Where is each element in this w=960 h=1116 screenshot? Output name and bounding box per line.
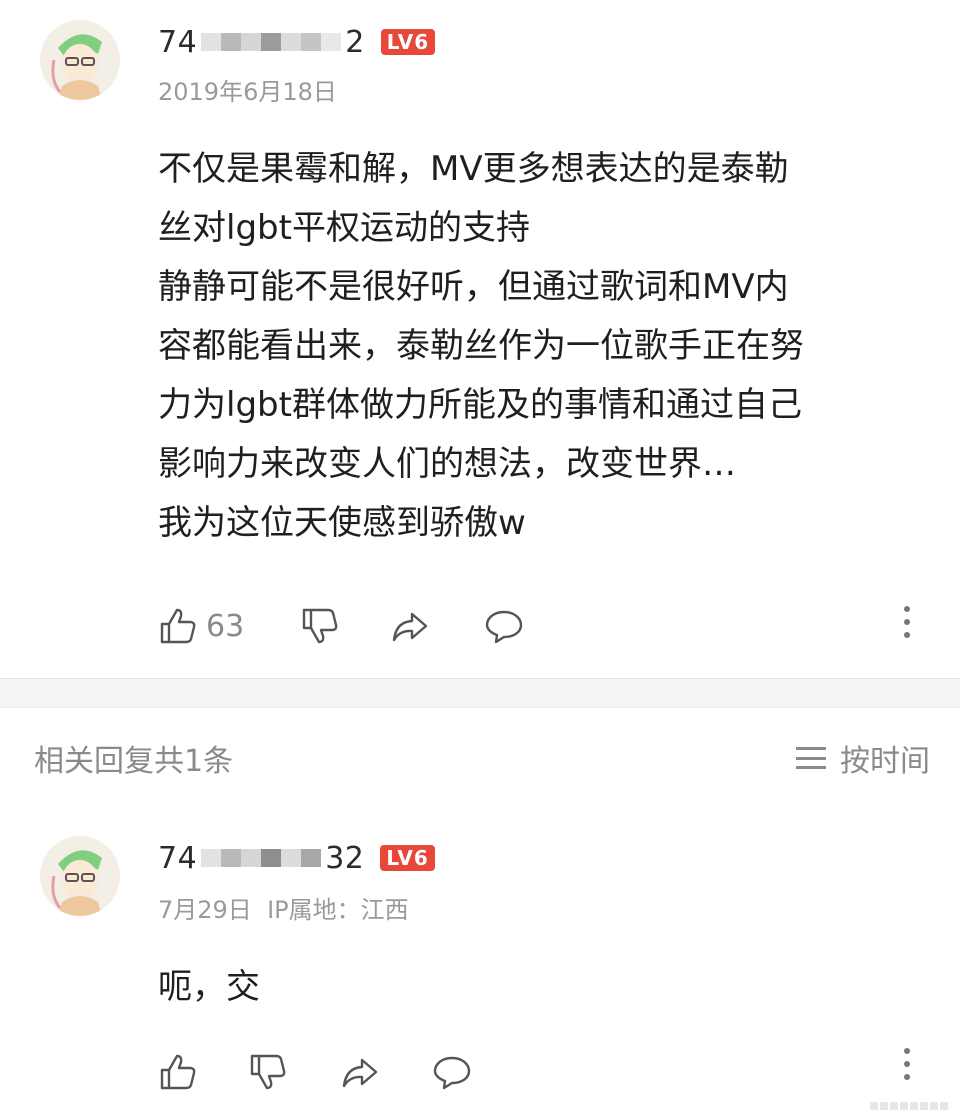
level-badge: LV6 — [380, 845, 435, 871]
like-button[interactable] — [158, 1048, 198, 1096]
reply-actions — [158, 1048, 932, 1096]
sort-label: 按时间 — [840, 744, 930, 779]
thumbs-up-icon — [160, 1054, 196, 1090]
comment-line: 我为这位天使感到骄傲w — [158, 503, 526, 543]
dislike-button[interactable] — [300, 602, 340, 650]
sort-button[interactable]: 按时间 — [796, 736, 930, 780]
comment-text: 不仅是果霉和解，MV更多想表达的是泰勒 丝对lgbt平权运动的支持 静静可能不是… — [158, 140, 938, 553]
dislike-button[interactable] — [248, 1048, 288, 1096]
username-prefix[interactable]: 74 — [158, 25, 197, 60]
comment-line: 丝对lgbt平权运动的支持 — [158, 208, 530, 248]
share-button[interactable] — [390, 602, 430, 650]
watermark-dots — [868, 1102, 948, 1110]
thumbs-down-icon — [250, 1054, 286, 1090]
username-suffix[interactable]: 32 — [325, 841, 364, 876]
comment-line: 影响力来改变人们的想法，改变世界… — [158, 444, 736, 484]
comment-date: 2019年6月18日 — [158, 78, 337, 106]
menu-lines-icon — [796, 747, 826, 769]
username-mosaic — [201, 849, 322, 867]
share-arrow-icon — [392, 612, 428, 642]
username-suffix[interactable]: 2 — [345, 25, 365, 60]
user-line: 74 32 LV6 — [158, 838, 435, 878]
user-avatar[interactable] — [40, 836, 120, 916]
like-button[interactable]: 63 — [158, 602, 244, 650]
comment-bubble-icon — [433, 1056, 471, 1090]
section-divider — [0, 678, 960, 708]
username-mosaic — [201, 33, 342, 51]
comment-bubble-icon — [485, 610, 523, 644]
comment-line: 静静可能不是很好听，但通过歌词和MV内 — [158, 267, 789, 307]
replies-count: 相关回复共1条 — [34, 744, 234, 779]
more-vertical-icon[interactable] — [904, 1048, 912, 1087]
replies-header: 相关回复共1条 按时间 — [0, 730, 960, 780]
comment-line: 容都能看出来，泰勒丝作为一位歌手正在努 — [158, 326, 804, 366]
reply-button[interactable] — [432, 1048, 472, 1096]
thumbs-down-icon — [302, 608, 338, 644]
reply-line: 呃，交 — [158, 967, 260, 1007]
reply-meta: 7月29日 IP属地：江西 — [158, 896, 409, 924]
like-count: 63 — [206, 608, 245, 644]
reply-text: 呃，交 — [158, 958, 938, 1017]
comment-line: 力为lgbt群体做力所能及的事情和通过自己 — [158, 385, 802, 425]
comment-actions: 63 — [158, 602, 932, 650]
share-arrow-icon — [342, 1058, 378, 1088]
user-line: 74 2 LV6 — [158, 22, 436, 62]
share-button[interactable] — [340, 1048, 380, 1096]
comment-line: 不仅是果霉和解，MV更多想表达的是泰勒 — [158, 149, 789, 189]
user-avatar[interactable] — [40, 20, 120, 100]
level-badge: LV6 — [380, 29, 436, 55]
reply-button[interactable] — [484, 602, 524, 650]
more-vertical-icon[interactable] — [904, 606, 912, 645]
username-prefix[interactable]: 74 — [158, 841, 197, 876]
thumbs-up-icon — [160, 608, 196, 644]
